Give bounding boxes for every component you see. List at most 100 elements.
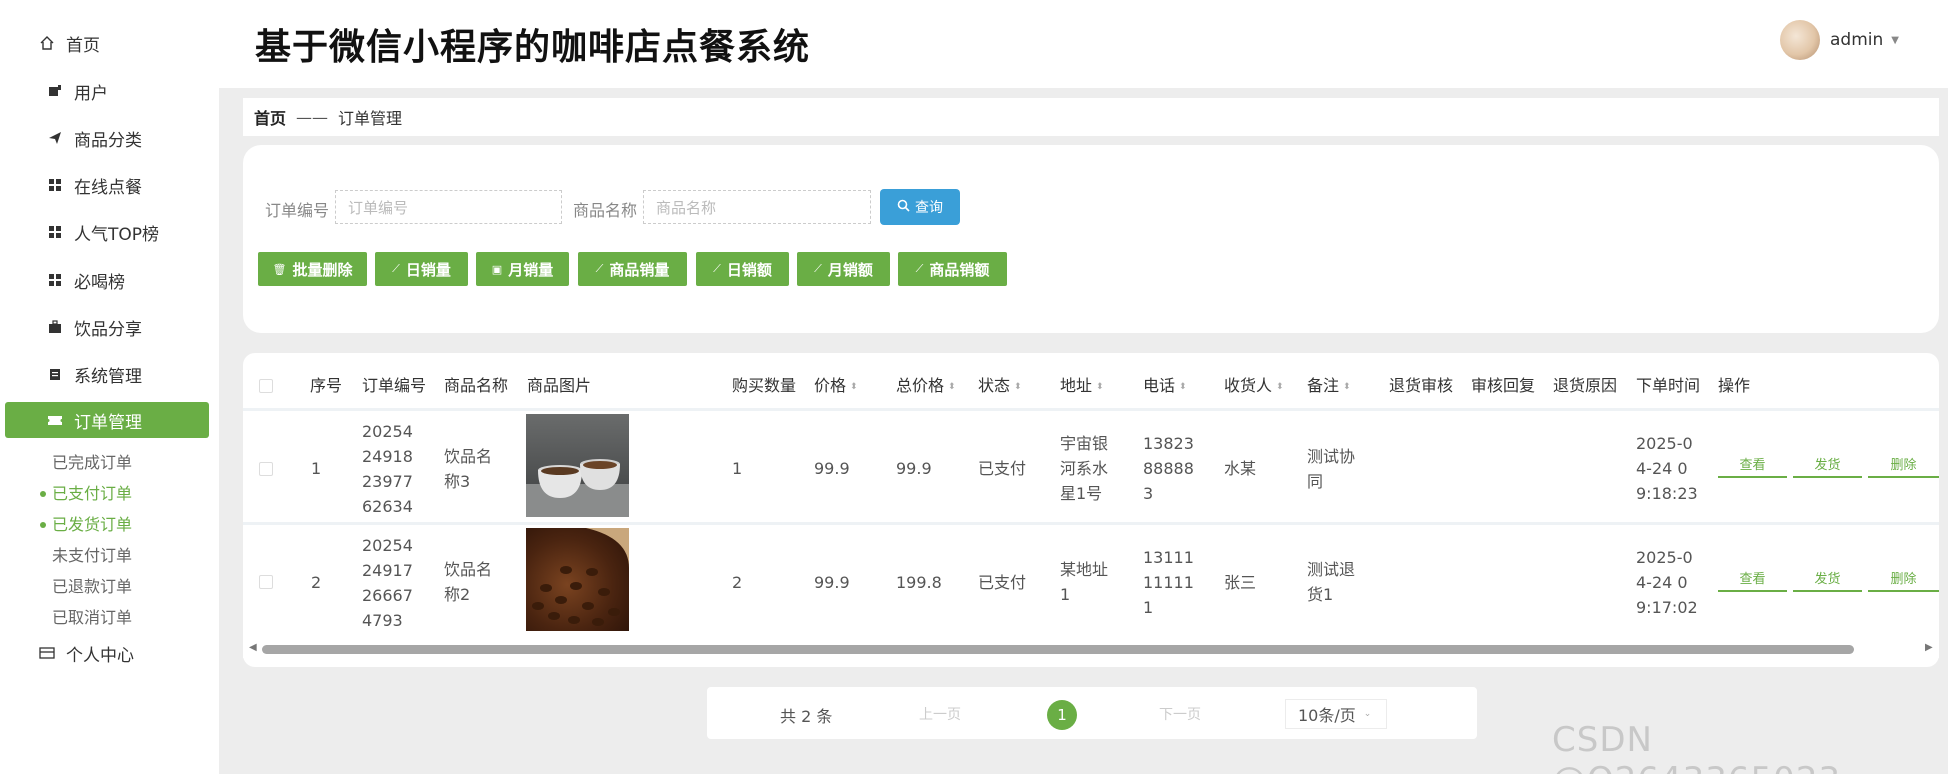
- ship-button[interactable]: 发货: [1793, 568, 1862, 592]
- sort-icon[interactable]: ⬍: [1096, 382, 1104, 392]
- text-line: 11111: [1143, 573, 1194, 592]
- daily-sales-button[interactable]: ⟋ 日销量: [375, 252, 468, 286]
- cell-phone: 13111 11111 1: [1143, 545, 1194, 620]
- th-label: 收货人: [1224, 376, 1273, 395]
- text-line: 2025-0: [1636, 548, 1693, 567]
- select-all-checkbox[interactable]: [259, 379, 273, 393]
- scrollbar-thumb[interactable]: [262, 645, 1854, 654]
- user-menu[interactable]: admin ▼: [1780, 18, 1899, 62]
- button-label: 批量删除: [292, 260, 353, 279]
- monthly-sales-button[interactable]: ▣ 月销量: [476, 252, 569, 286]
- view-button[interactable]: 查看: [1718, 454, 1787, 478]
- breadcrumb-home[interactable]: 首页: [254, 105, 286, 129]
- sidebar-item-category[interactable]: 商品分类: [0, 118, 219, 158]
- batch-delete-button[interactable]: 🗑 批量删除: [258, 252, 367, 286]
- text-line: 饮品名: [444, 447, 493, 466]
- scroll-left-icon[interactable]: ◀: [249, 642, 257, 653]
- th-receiver[interactable]: 收货人 ⬍: [1224, 374, 1284, 398]
- cell-price: 99.9: [814, 459, 850, 478]
- submenu-shipped-orders[interactable]: 已发货订单: [52, 512, 132, 538]
- chevron-down-icon: ⌄: [1363, 709, 1372, 719]
- sort-icon[interactable]: ⬍: [850, 382, 858, 392]
- submenu-unpaid-orders[interactable]: 未支付订单: [52, 543, 132, 569]
- th-status[interactable]: 状态 ⬍: [978, 374, 1022, 398]
- text-line: 20254: [362, 536, 413, 555]
- avatar: [1780, 20, 1820, 60]
- text-line: 88888: [1143, 459, 1194, 478]
- row-checkbox[interactable]: [259, 462, 273, 476]
- grid-icon: [46, 176, 64, 194]
- button-label: 日销量: [405, 260, 451, 279]
- sort-icon[interactable]: ⬍: [1179, 382, 1187, 392]
- text-line: 货1: [1307, 585, 1334, 604]
- submenu-refunded-orders[interactable]: 已退款订单: [52, 574, 132, 600]
- text-line: 24917: [362, 561, 413, 580]
- cell-qty: 1: [732, 459, 743, 478]
- sort-icon[interactable]: ⬍: [1343, 382, 1351, 392]
- text-line: 宇宙银: [1060, 434, 1109, 453]
- cell-receiver: 张三: [1224, 573, 1257, 592]
- delete-button[interactable]: 删除: [1868, 568, 1939, 592]
- product-revenue-button[interactable]: ⟋ 商品销额: [898, 252, 1007, 286]
- sidebar-item-home[interactable]: 首页: [0, 23, 219, 63]
- sidebar-item-top[interactable]: 人气TOP榜: [0, 212, 219, 252]
- th-price[interactable]: 价格 ⬍: [814, 374, 858, 398]
- delete-button[interactable]: 删除: [1868, 454, 1939, 478]
- sidebar-item-must-drink[interactable]: 必喝榜: [0, 260, 219, 300]
- view-button[interactable]: 查看: [1718, 568, 1787, 592]
- horizontal-scrollbar[interactable]: ◀ ▶: [243, 640, 1939, 658]
- button-label: 商品销量: [609, 260, 670, 279]
- submenu-cancelled-orders[interactable]: 已取消订单: [52, 605, 132, 631]
- next-page-button[interactable]: 下一页: [1159, 704, 1201, 724]
- clipboard-icon: [46, 365, 64, 383]
- briefcase-icon: [46, 318, 64, 336]
- chart-icon: ⟋: [915, 262, 924, 275]
- th-remark[interactable]: 备注 ⬍: [1307, 374, 1351, 398]
- order-no-input[interactable]: 订单编号: [335, 190, 562, 224]
- sort-icon[interactable]: ⬍: [948, 382, 956, 392]
- text-line: 62634: [362, 497, 413, 516]
- daily-revenue-button[interactable]: ⟋ 日销额: [696, 252, 789, 286]
- sidebar-item-label: 首页: [66, 35, 100, 56]
- th-total[interactable]: 总价格 ⬍: [896, 374, 956, 398]
- sidebar-item-share[interactable]: 饮品分享: [0, 307, 219, 347]
- ship-button[interactable]: 发货: [1793, 454, 1862, 478]
- cell-index: 2: [311, 573, 322, 592]
- product-name-input[interactable]: 商品名称: [643, 190, 871, 224]
- sidebar-item-orders[interactable]: 订单管理: [5, 402, 209, 438]
- chart-icon: ⟋: [814, 262, 822, 275]
- th-actions: 操作: [1718, 376, 1751, 395]
- row-checkbox[interactable]: [259, 575, 273, 589]
- th-phone[interactable]: 电话 ⬍: [1143, 374, 1187, 398]
- text-line: 23977: [362, 472, 413, 491]
- cell-product: 饮品名 称3: [444, 444, 492, 494]
- sidebar: 首页 用户 商品分类 在线点餐 人气TOP榜 必喝榜 饮品分享 系统管理 订单管…: [0, 0, 219, 774]
- cell-order-no: 20254 24917 26667 4793: [362, 533, 413, 633]
- scroll-right-icon[interactable]: ▶: [1925, 642, 1933, 653]
- th-address[interactable]: 地址 ⬍: [1060, 374, 1104, 398]
- submenu-paid-orders[interactable]: 已支付订单: [52, 481, 132, 507]
- sidebar-item-label: 订单管理: [74, 412, 142, 433]
- page-size-select[interactable]: 10条/页 ⌄: [1285, 699, 1387, 729]
- product-name-label: 商品名称: [573, 201, 638, 220]
- query-button[interactable]: 查询: [880, 189, 960, 225]
- sidebar-item-users[interactable]: 用户: [0, 71, 219, 111]
- page-number-current[interactable]: 1: [1047, 700, 1077, 730]
- sort-icon[interactable]: ⬍: [1276, 382, 1284, 392]
- coffee-cups-image: [526, 414, 629, 517]
- submenu-completed-orders[interactable]: 已完成订单: [52, 450, 132, 476]
- send-icon: [46, 129, 64, 147]
- sidebar-item-system[interactable]: 系统管理: [0, 354, 219, 394]
- cell-order-time: 2025-0 4-24 0 9:18:23: [1636, 431, 1698, 506]
- cell-status: 已支付: [978, 573, 1027, 592]
- prev-page-button[interactable]: 上一页: [919, 704, 961, 724]
- pagination: 共 2 条 上一页 1 下一页 10条/页 ⌄: [707, 687, 1477, 739]
- header-divider: [243, 408, 1939, 411]
- product-sales-button[interactable]: ⟋ 商品销量: [578, 252, 687, 286]
- sort-icon[interactable]: ⬍: [1014, 382, 1022, 392]
- cell-order-time: 2025-0 4-24 0 9:17:02: [1636, 545, 1698, 620]
- monthly-revenue-button[interactable]: ⟋ 月销额: [797, 252, 890, 286]
- sidebar-item-online-order[interactable]: 在线点餐: [0, 165, 219, 205]
- sidebar-item-personal[interactable]: 个人中心: [0, 633, 219, 673]
- text-line: 13111: [1143, 548, 1194, 567]
